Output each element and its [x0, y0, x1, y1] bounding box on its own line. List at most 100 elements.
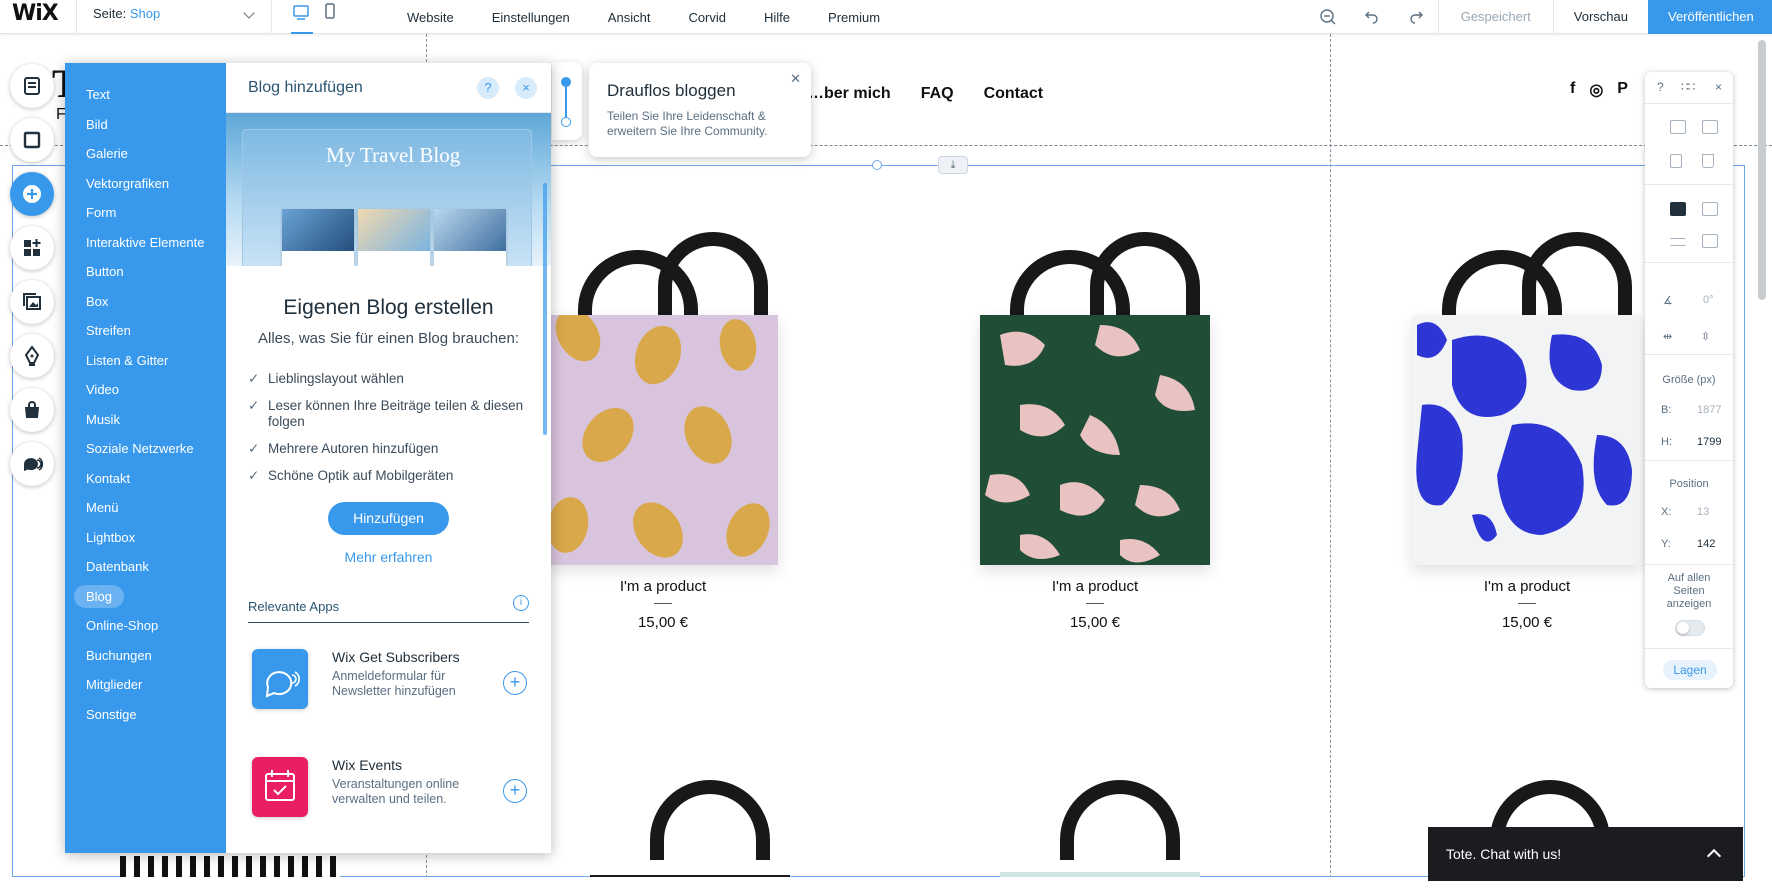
- category-interaktive-elemente[interactable]: Interaktive Elemente: [65, 228, 226, 258]
- category-blog[interactable]: Blog: [65, 582, 226, 612]
- category-kontakt[interactable]: Kontakt: [65, 464, 226, 494]
- arrange-icon[interactable]: [1670, 202, 1686, 216]
- chevron-up-icon[interactable]: [1706, 848, 1722, 864]
- instagram-icon[interactable]: ◎: [1589, 80, 1603, 100]
- category-text[interactable]: Text: [65, 80, 226, 110]
- blog-preview-image[interactable]: My Travel Blog: [226, 113, 551, 266]
- chat-button[interactable]: [10, 442, 54, 486]
- add-app-button[interactable]: +: [503, 779, 527, 803]
- menu-premium[interactable]: Premium: [809, 10, 899, 25]
- duplicate-icon[interactable]: [1670, 154, 1682, 168]
- stretch-icon[interactable]: ⇳: [1701, 330, 1710, 343]
- site-nav-faq[interactable]: FAQ: [921, 85, 954, 103]
- panel-scrollbar[interactable]: [543, 183, 547, 435]
- category-galerie[interactable]: Galerie: [65, 139, 226, 169]
- blog-card: [282, 209, 354, 266]
- step-dot[interactable]: [561, 77, 571, 87]
- chat-widget[interactable]: Tote. Chat with us!: [1428, 827, 1743, 881]
- category-label: Mitglieder: [86, 677, 143, 692]
- category-button[interactable]: Button: [65, 257, 226, 287]
- menu-hilfe[interactable]: Hilfe: [745, 10, 809, 25]
- app-item-get-subscribers[interactable]: Wix Get Subscribers Anmeldeformular für …: [248, 623, 529, 731]
- publish-button[interactable]: Veröffentlichen: [1648, 0, 1772, 34]
- zoom-out-button[interactable]: [1306, 0, 1350, 34]
- store-button[interactable]: [10, 388, 54, 432]
- trash-icon[interactable]: [1702, 154, 1714, 168]
- category-mitglieder[interactable]: Mitglieder: [65, 670, 226, 700]
- speech-bubble-icon: [265, 671, 300, 698]
- add-blog-button[interactable]: Hinzufügen: [328, 502, 449, 535]
- site-nav: …ber mich FAQ Contact: [808, 85, 1043, 103]
- resize-handle[interactable]: [872, 160, 882, 170]
- product-card[interactable]: I'm a product 15,00 €: [950, 210, 1240, 631]
- product-card[interactable]: I'm a product 15,00 €: [518, 210, 808, 631]
- height-value: 1799: [1697, 436, 1722, 448]
- add-button[interactable]: [10, 172, 54, 216]
- category-listen-gitter[interactable]: Listen & Gitter: [65, 346, 226, 376]
- app-item-wix-events[interactable]: Wix Events Veranstaltungen online verwal…: [248, 731, 529, 839]
- product-card[interactable]: I'm a product 15,00 €: [1382, 210, 1672, 631]
- canvas-scrollbar[interactable]: [1758, 40, 1766, 300]
- match-size-icon[interactable]: [1702, 234, 1718, 248]
- preview-button[interactable]: Vorschau: [1552, 0, 1648, 34]
- category-datenbank[interactable]: Datenbank: [65, 552, 226, 582]
- rotate-icon[interactable]: ∡: [1663, 294, 1673, 307]
- inspector-help-button[interactable]: ?: [1657, 80, 1664, 94]
- category-sonstige[interactable]: Sonstige: [65, 700, 226, 730]
- category-online-shop[interactable]: Online-Shop: [65, 611, 226, 641]
- category-soziale-netzwerke[interactable]: Soziale Netzwerke: [65, 434, 226, 464]
- menu-ansicht[interactable]: Ansicht: [589, 10, 670, 25]
- copy-icon[interactable]: [1670, 120, 1686, 134]
- product-price: 15,00 €: [637, 614, 689, 631]
- x-field[interactable]: X: 13: [1661, 506, 1709, 518]
- category-musik[interactable]: Musik: [65, 405, 226, 435]
- site-nav-contact[interactable]: Contact: [984, 85, 1044, 103]
- add-app-button[interactable]: +: [503, 671, 527, 695]
- menu-website[interactable]: Website: [388, 10, 473, 25]
- category-box[interactable]: Box: [65, 287, 226, 317]
- desktop-view-button[interactable]: [287, 0, 315, 34]
- flip-icon[interactable]: ⇹: [1663, 330, 1672, 343]
- help-button[interactable]: ?: [477, 77, 499, 99]
- media-button[interactable]: [10, 280, 54, 324]
- width-field[interactable]: B: 1877: [1661, 404, 1721, 416]
- app-market-button[interactable]: [10, 226, 54, 270]
- blog-button[interactable]: [10, 334, 54, 378]
- pinterest-icon[interactable]: P: [1617, 80, 1628, 100]
- pages-button[interactable]: [10, 64, 54, 108]
- drag-handle-icon[interactable]: ∷∷: [1681, 80, 1695, 94]
- show-on-all-pages-toggle[interactable]: [1675, 620, 1705, 636]
- stretch-handle[interactable]: ⤓: [938, 156, 968, 174]
- product-name: I'm a product: [1051, 578, 1139, 595]
- undo-button[interactable]: [1350, 0, 1394, 34]
- category-form[interactable]: Form: [65, 198, 226, 228]
- distribute-icon[interactable]: [1670, 238, 1686, 246]
- mobile-view-button[interactable]: [316, 0, 344, 34]
- close-button[interactable]: ×: [515, 77, 537, 99]
- menu-einstellungen[interactable]: Einstellungen: [473, 10, 589, 25]
- category-lightbox[interactable]: Lightbox: [65, 523, 226, 553]
- layers-button[interactable]: Lagen: [1663, 660, 1717, 680]
- category-video[interactable]: Video: [65, 375, 226, 405]
- align-icon[interactable]: [1702, 202, 1718, 216]
- category-vektorgrafiken[interactable]: Vektorgrafiken: [65, 169, 226, 199]
- learn-more-link[interactable]: Mehr erfahren: [226, 549, 551, 565]
- height-field[interactable]: H: 1799: [1661, 436, 1721, 448]
- page-selector[interactable]: Seite: Shop: [76, 0, 272, 34]
- info-icon[interactable]: i: [513, 595, 529, 611]
- y-field[interactable]: Y: 142: [1661, 538, 1715, 550]
- facebook-icon[interactable]: f: [1570, 80, 1575, 100]
- rotation-value[interactable]: 0°: [1703, 294, 1714, 306]
- menu-corvid[interactable]: Corvid: [669, 10, 745, 25]
- step-dot[interactable]: [561, 117, 571, 127]
- background-button[interactable]: [10, 118, 54, 162]
- category-menü[interactable]: Menü: [65, 493, 226, 523]
- category-bild[interactable]: Bild: [65, 110, 226, 140]
- redo-button[interactable]: [1394, 0, 1438, 34]
- close-icon[interactable]: ✕: [790, 71, 801, 87]
- paste-icon[interactable]: [1702, 120, 1718, 134]
- category-streifen[interactable]: Streifen: [65, 316, 226, 346]
- site-nav-about[interactable]: …ber mich: [808, 85, 891, 103]
- inspector-close-button[interactable]: ×: [1715, 80, 1722, 94]
- category-buchungen[interactable]: Buchungen: [65, 641, 226, 671]
